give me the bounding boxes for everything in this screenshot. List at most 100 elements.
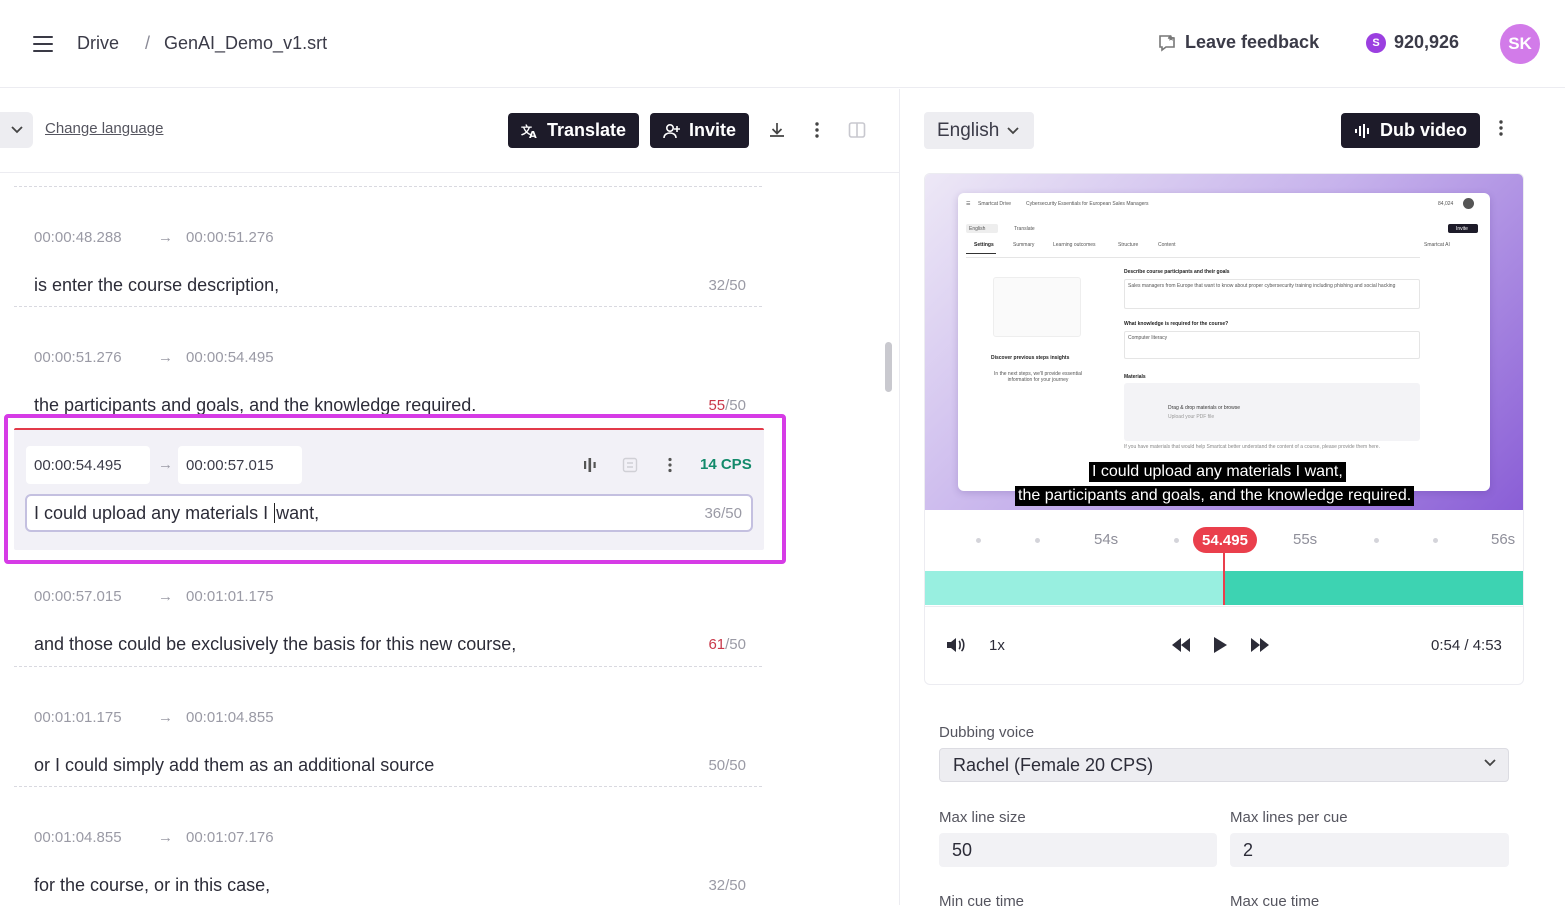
play-icon[interactable] [1213, 637, 1227, 658]
cue-start-time: 00:00:51.276 [34, 349, 122, 366]
chevron-down-icon [1007, 126, 1019, 134]
cue-char-count: 61/50 [708, 636, 746, 653]
cue-text[interactable]: and those could be exclusively the basis… [34, 634, 516, 655]
volume-icon[interactable] [945, 636, 965, 659]
feedback-icon [1159, 34, 1175, 52]
cue-row[interactable]: 00:01:04.855 → 00:01:07.176 for the cour… [14, 786, 762, 905]
timeline-tick [1433, 538, 1438, 543]
target-language-select[interactable]: English [924, 112, 1034, 149]
language-dropdown-toggle[interactable] [0, 112, 33, 148]
cue-row[interactable]: 00:01:01.175 → 00:01:04.855 or I could s… [14, 666, 762, 786]
max-lines-per-cue-input[interactable]: 2 [1230, 833, 1509, 867]
cue-end-time: 00:00:54.495 [186, 349, 274, 366]
timeline-previous-cue[interactable] [925, 571, 1224, 605]
dub-video-label: Dub video [1380, 120, 1468, 140]
cue-char-count: 55/50 [708, 397, 746, 414]
cue-text-before-caret: I could upload any materials I [34, 502, 274, 523]
mini-tab: Content [1158, 242, 1176, 248]
target-language-value: English [937, 119, 1000, 141]
video-subtitle-line2: the participants and goals, and the know… [1015, 486, 1415, 506]
cue-text[interactable]: or I could simply add them as an additio… [34, 755, 434, 776]
cue-more-icon[interactable] [660, 455, 680, 475]
cue-start-time: 00:00:57.015 [34, 588, 122, 605]
cue-text[interactable]: for the course, or in this case, [34, 875, 270, 896]
scrollbar[interactable] [885, 342, 892, 392]
more-options-icon[interactable] [806, 119, 828, 141]
video-player[interactable]: ☰ Smartcat Drive Cybersecurity Essential… [924, 173, 1524, 685]
playhead-time[interactable]: 54.495 [1193, 527, 1257, 553]
mini-invite: Invite [1456, 226, 1468, 232]
credits-value: 920,926 [1394, 32, 1460, 52]
mini-dropzone [1124, 383, 1420, 441]
chevron-down-icon [10, 126, 23, 134]
cue-start-time: 00:01:01.175 [34, 709, 122, 726]
video-subtitle-line1: I could upload any materials I want, [1089, 462, 1346, 482]
cue-row[interactable]: 00:00:48.288 → 00:00:51.276 is enter the… [14, 186, 762, 306]
cue-char-count: 50/50 [708, 757, 746, 774]
cue-text-input[interactable]: I could upload any materials I want, 36/… [25, 494, 753, 532]
rewind-icon[interactable] [1171, 638, 1191, 657]
dubbing-voice-label: Dubbing voice [939, 724, 1035, 741]
preview-panel: English Dub video ☰ Smartcat Drive Cyber… [901, 89, 1565, 910]
dubbing-voice-select[interactable]: Rachel (Female 20 CPS) [939, 748, 1509, 782]
cue-end-time-input[interactable]: 00:00:57.015 [178, 446, 302, 484]
timeline-tick [1035, 538, 1040, 543]
menu-icon[interactable] [33, 36, 53, 52]
cue-end-time: 00:01:01.175 [186, 588, 274, 605]
cue-text[interactable]: the participants and goals, and the know… [34, 395, 476, 416]
waveform-icon[interactable] [580, 455, 600, 475]
mini-avatar [1463, 198, 1474, 209]
mini-tab: Summary [1013, 242, 1035, 248]
max-line-size-input[interactable]: 50 [939, 833, 1217, 867]
mini-menu-icon: ☰ [966, 201, 971, 207]
cue-row[interactable]: 00:00:57.015 → 00:01:01.175 and those co… [14, 546, 762, 666]
download-icon[interactable] [766, 119, 788, 141]
text-caret [274, 503, 276, 523]
active-cue-editor[interactable]: 00:00:54.495 → 00:00:57.015 14 CPS I cou… [14, 428, 764, 550]
translate-button[interactable]: 文A Translate [508, 113, 640, 148]
char-count-value: 55 [708, 397, 726, 414]
video-frame[interactable]: ☰ Smartcat Drive Cybersecurity Essential… [925, 174, 1523, 510]
mini-discover-sub: In the next steps, we'll provide essenti… [994, 371, 1082, 383]
cue-char-count: 32/50 [708, 877, 746, 894]
translate-label: Translate [547, 120, 627, 140]
leave-feedback-button[interactable]: Leave feedback [1157, 32, 1319, 53]
playback-speed[interactable]: 1x [989, 637, 1005, 654]
max-cue-time-label: Max cue time [1230, 893, 1320, 910]
cue-char-count: 32/50 [708, 277, 746, 294]
timeline-current-cue[interactable] [1224, 571, 1523, 605]
cue-end-time: 00:00:51.276 [186, 229, 274, 246]
mini-translate: Translate [1014, 226, 1035, 232]
fast-forward-icon[interactable] [1250, 638, 1270, 657]
cps-indicator: 14 CPS [700, 456, 752, 473]
mini-app-name: Smartcat Drive [978, 201, 1012, 207]
timeline[interactable]: 54s 55s 56s 54.495 [925, 510, 1523, 606]
cue-text-after-caret: want, [276, 502, 320, 523]
breadcrumb-drive[interactable]: Drive [77, 33, 119, 54]
cue-text[interactable]: is enter the course description, [34, 275, 279, 296]
arrow-right-icon: → [158, 456, 173, 473]
dub-video-button[interactable]: Dub video [1341, 113, 1481, 148]
cue-row[interactable]: 00:00:51.276 → 00:00:54.495 the particip… [14, 306, 762, 426]
merge-icon[interactable] [620, 455, 640, 475]
credits-balance[interactable]: S 920,926 [1366, 32, 1459, 53]
mini-q2: What knowledge is required for the cours… [1124, 321, 1229, 327]
change-language-link[interactable]: Change language [45, 120, 163, 137]
invite-button[interactable]: Invite [650, 113, 750, 148]
cue-start-time-input[interactable]: 00:00:54.495 [26, 446, 150, 484]
preview-more-icon[interactable] [1498, 119, 1514, 143]
playback-time: 0:54 / 4:53 [1431, 637, 1502, 654]
cue-char-count: 36/50 [704, 504, 742, 522]
add-user-icon [663, 123, 680, 138]
arrow-right-icon: → [158, 829, 173, 846]
playback-controls: 1x 0:54 / 4:53 [925, 606, 1523, 684]
mini-drop-sub: Upload your PDF file [1168, 414, 1215, 420]
playhead[interactable] [1223, 553, 1225, 605]
cue-start-time: 00:01:04.855 [34, 829, 122, 846]
mini-a1: Sales managers from Europe that want to … [1128, 283, 1396, 289]
user-avatar[interactable]: SK [1500, 24, 1540, 64]
mini-tab: Settings [974, 242, 994, 248]
char-count-value: 50 [708, 757, 726, 774]
mini-a2: Computer literacy [1128, 335, 1168, 341]
split-view-icon[interactable] [846, 119, 868, 141]
